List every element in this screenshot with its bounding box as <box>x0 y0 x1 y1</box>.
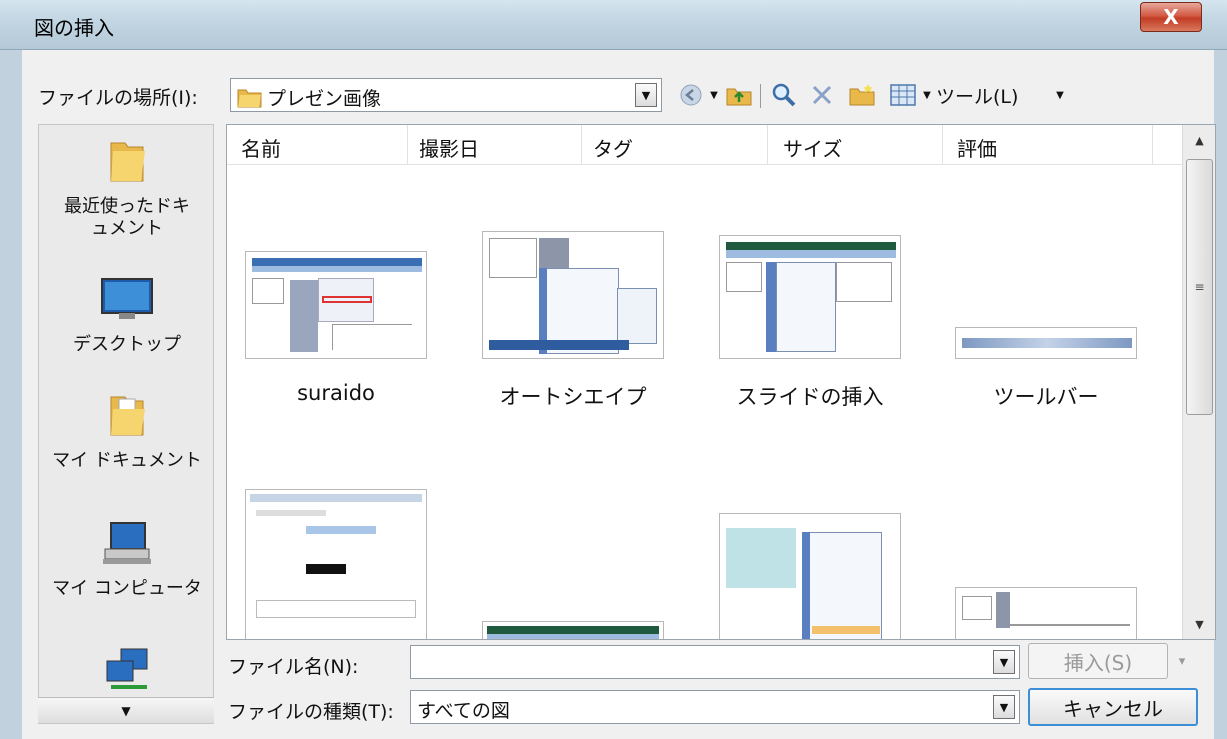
column-divider[interactable] <box>942 125 943 165</box>
tools-menu-button[interactable]: ツール(L) <box>936 80 1046 110</box>
file-thumbnail[interactable] <box>245 251 427 359</box>
chevron-down-icon: ▾ <box>1178 653 1186 669</box>
scroll-up-button[interactable]: ▲ <box>1183 125 1215 155</box>
look-in-label: ファイルの場所(I): <box>38 87 198 109</box>
back-button[interactable] <box>676 80 706 110</box>
file-thumbnail[interactable] <box>245 489 427 639</box>
search-web-button[interactable] <box>768 80 800 110</box>
file-thumbnail[interactable] <box>719 235 901 359</box>
recent-folder-icon <box>110 142 145 182</box>
column-tags[interactable]: タグ <box>593 133 633 162</box>
file-name-label[interactable]: オートシエイプ <box>473 381 673 411</box>
back-dropdown[interactable]: ▼ <box>706 80 722 110</box>
file-type-dropdown-button[interactable]: ▼ <box>993 695 1015 719</box>
column-name[interactable]: 名前 <box>241 133 281 162</box>
look-in-combo[interactable]: プレゼン画像 ▼ <box>230 78 662 112</box>
file-name-label[interactable]: スライドの挿入 <box>710 381 910 411</box>
file-type-label: ファイルの種類(T): <box>228 701 394 723</box>
file-list: 名前 撮影日 タグ サイズ 評価 suraido オートシエイプ スライドの挿入… <box>226 124 1216 640</box>
place-my-computer[interactable]: マイ コンピュータ <box>39 519 213 600</box>
small-down-arrow-icon: ▼ <box>710 89 718 101</box>
column-rating[interactable]: 評価 <box>957 133 997 162</box>
views-icon <box>890 84 916 106</box>
title-bar: 図の挿入 <box>0 0 1227 50</box>
place-label: デスクトップ <box>73 334 181 355</box>
chevron-down-icon: ▼ <box>999 655 1009 669</box>
computer-icon <box>103 522 151 564</box>
places-scroll-down[interactable]: ▼ <box>38 697 214 723</box>
window-title: 図の挿入 <box>34 16 114 40</box>
file-type-select[interactable]: すべての図 ▼ <box>410 690 1020 724</box>
grip-icon: ≡ <box>1194 280 1205 294</box>
documents-folder-icon <box>110 396 145 436</box>
column-divider[interactable] <box>767 125 768 165</box>
tools-dropdown[interactable]: ▼ <box>1050 80 1070 110</box>
cancel-button[interactable]: キャンセル <box>1028 688 1198 726</box>
place-recent-documents[interactable]: 最近使ったドキュメント <box>39 137 213 240</box>
place-label: マイ コンピュータ <box>52 578 202 599</box>
column-size[interactable]: サイズ <box>783 133 842 162</box>
column-divider[interactable] <box>1152 125 1153 165</box>
file-type-value: すべての図 <box>417 700 510 722</box>
file-name-input[interactable]: ▼ <box>410 645 1020 679</box>
delete-button[interactable] <box>806 80 838 110</box>
column-date-taken[interactable]: 撮影日 <box>419 133 479 162</box>
place-desktop[interactable]: デスクトップ <box>39 275 213 356</box>
toolbar: ▼ ▼ ツール(L) ▼ <box>676 80 1156 112</box>
file-name-label[interactable]: suraido <box>236 381 436 405</box>
search-icon <box>772 83 796 107</box>
column-divider[interactable] <box>581 125 582 165</box>
chevron-down-icon: ▼ <box>121 703 131 718</box>
file-list-scrollbar[interactable]: ▲ ≡ ▼ <box>1182 125 1215 639</box>
views-dropdown[interactable]: ▼ <box>920 80 934 110</box>
place-network[interactable] <box>39 647 213 700</box>
close-button[interactable]: X <box>1140 2 1202 32</box>
window-frame-left <box>0 50 22 739</box>
file-thumbnail[interactable] <box>482 621 664 639</box>
up-folder-icon <box>726 88 752 106</box>
toolbar-separator <box>760 84 761 108</box>
file-name-dropdown-button[interactable]: ▼ <box>993 650 1015 674</box>
places-bar: 最近使ったドキュメント デスクトップ マイ ドキュメント マイ コンピュータ <box>38 124 214 724</box>
file-thumbnail[interactable] <box>719 513 901 639</box>
small-down-arrow-icon: ▼ <box>1056 89 1064 101</box>
back-arrow-icon <box>680 84 702 106</box>
file-thumbnail[interactable] <box>955 587 1137 639</box>
look-in-value: プレゼン画像 <box>267 88 382 110</box>
tools-menu-label: ツール(L) <box>936 85 1019 108</box>
network-icon <box>106 648 148 689</box>
desktop-icon <box>101 278 153 319</box>
insert-options-dropdown[interactable]: ▾ <box>1170 643 1194 679</box>
insert-button[interactable]: 挿入(S) <box>1028 643 1168 679</box>
file-name-label[interactable]: ツールバー <box>946 381 1146 411</box>
look-in-dropdown-button[interactable]: ▼ <box>635 83 657 107</box>
file-thumbnail[interactable] <box>955 327 1137 359</box>
chevron-down-icon: ▼ <box>1195 617 1204 631</box>
close-icon: X <box>1163 5 1179 29</box>
folder-icon <box>237 89 262 108</box>
new-folder-icon <box>849 84 875 106</box>
chevron-up-icon: ▲ <box>1195 133 1204 147</box>
new-folder-button[interactable] <box>846 80 878 110</box>
chevron-down-icon: ▼ <box>999 700 1009 714</box>
delete-x-icon <box>812 85 832 105</box>
place-my-documents[interactable]: マイ ドキュメント <box>39 391 213 472</box>
file-name-field-label: ファイル名(N): <box>228 656 359 678</box>
views-button[interactable] <box>886 80 920 110</box>
place-label: マイ ドキュメント <box>52 450 202 471</box>
chevron-down-icon: ▼ <box>641 88 651 102</box>
up-one-level-button[interactable] <box>724 80 754 110</box>
small-down-arrow-icon: ▼ <box>923 89 931 101</box>
scrollbar-thumb[interactable]: ≡ <box>1186 159 1213 415</box>
scroll-down-button[interactable]: ▼ <box>1183 609 1215 639</box>
file-thumbnail[interactable] <box>482 231 664 359</box>
place-label: 最近使ったドキュメント <box>64 196 190 239</box>
column-header: 名前 撮影日 タグ サイズ 評価 <box>227 125 1182 165</box>
column-divider[interactable] <box>407 125 408 165</box>
